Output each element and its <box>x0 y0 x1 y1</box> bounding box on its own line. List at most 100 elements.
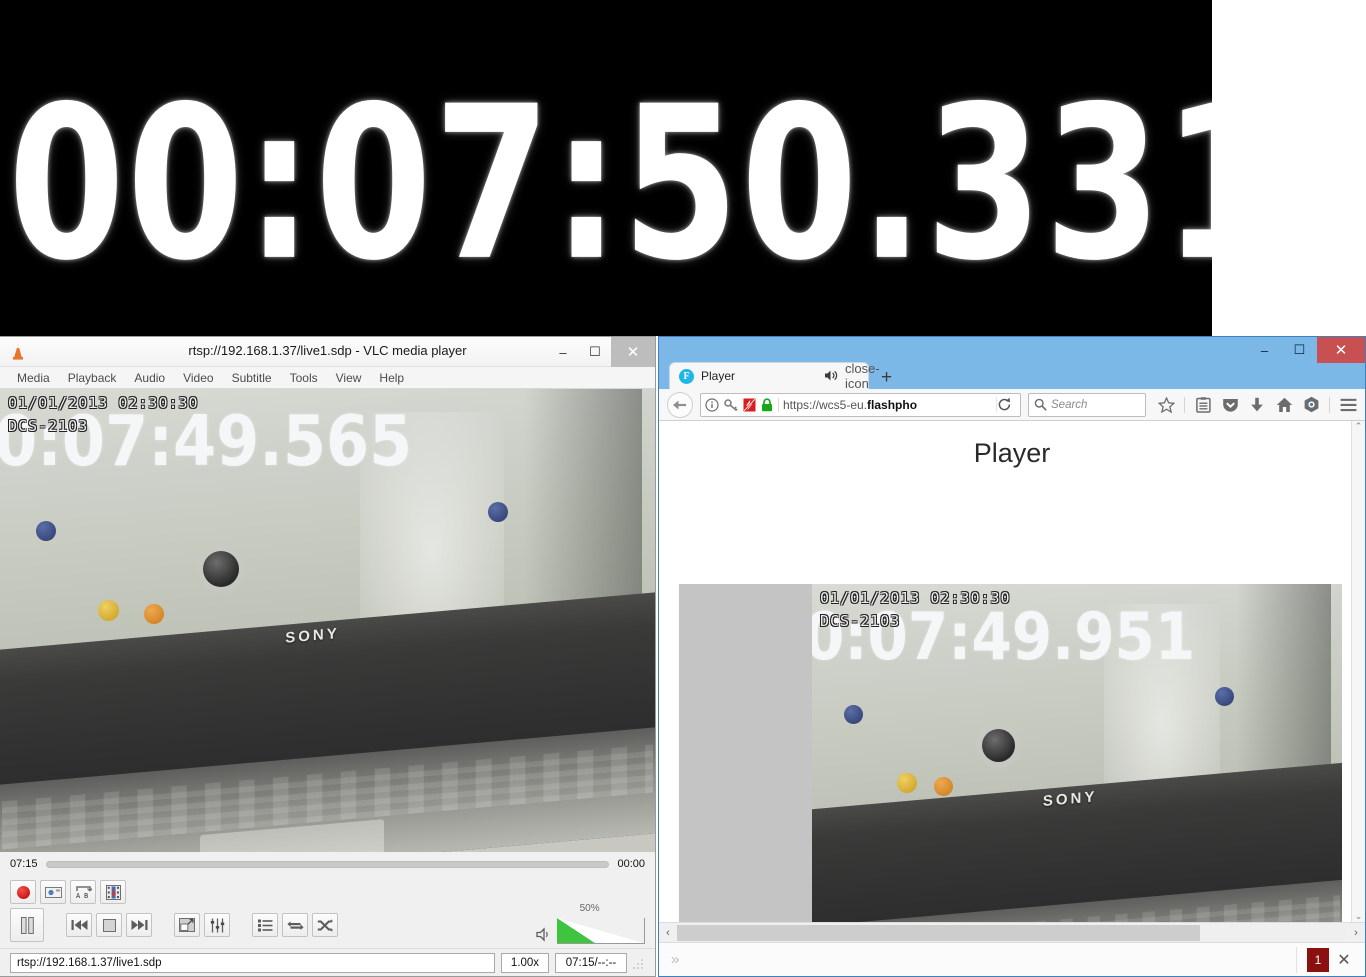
firefox-maximize-button[interactable]: ☐ <box>1282 337 1317 363</box>
horizontal-scroll-thumb[interactable] <box>677 925 1200 941</box>
scene-knob-web <box>982 729 1015 762</box>
toolbar-divider <box>1184 397 1185 413</box>
arrow-left-icon <box>672 398 688 412</box>
timer-panel-right-edge <box>1212 0 1290 336</box>
skip-backward-icon <box>71 919 88 931</box>
svg-text:B: B <box>84 892 88 900</box>
menu-item-help[interactable]: Help <box>370 371 413 385</box>
vlc-time-indicator[interactable]: 07:15/--:-- <box>555 953 627 973</box>
skip-forward-icon <box>131 919 148 931</box>
page-vertical-scrollbar[interactable]: ⌃ ⌄ <box>1351 421 1365 922</box>
sync-icon[interactable] <box>1302 396 1320 414</box>
close-icon[interactable]: close-icon <box>845 361 859 391</box>
info-circle-icon[interactable] <box>705 398 719 412</box>
vlc-elapsed-time[interactable]: 07:15 <box>10 858 38 870</box>
vlc-current-media-url[interactable]: rtsp://192.168.1.37/live1.sdp <box>10 953 495 973</box>
browser-tab-player[interactable]: F Player close-icon <box>669 362 869 389</box>
speaker-icon[interactable] <box>536 927 553 944</box>
library-icon[interactable] <box>1194 396 1212 414</box>
scroll-left-arrow-icon[interactable]: ‹ <box>659 927 677 939</box>
previous-button[interactable] <box>66 913 92 937</box>
menu-item-video[interactable]: Video <box>174 371 222 385</box>
volume-level-label: 50% <box>580 903 600 914</box>
expand-chevrons-icon[interactable]: » <box>665 951 685 968</box>
new-tab-button[interactable]: + <box>869 368 904 389</box>
playlist-button[interactable] <box>252 913 278 937</box>
vlc-extended-button-row: A B <box>10 880 645 904</box>
horizontal-scroll-track[interactable] <box>677 924 1347 942</box>
url-prefix: https://wcs5-eu. <box>783 398 867 412</box>
reload-button[interactable] <box>996 397 1016 412</box>
menu-item-playback[interactable]: Playback <box>59 371 126 385</box>
film-frame-icon <box>106 885 121 900</box>
vlc-seek-slider[interactable] <box>46 861 610 868</box>
scroll-down-arrow-icon[interactable]: ⌄ <box>1355 911 1363 922</box>
play-pause-button[interactable] <box>10 908 44 942</box>
key-icon[interactable] <box>724 398 738 412</box>
vlc-media-player-window: rtsp://192.168.1.37/live1.sdp - VLC medi… <box>0 336 656 977</box>
address-bar-url[interactable]: https://wcs5-eu.flashpho <box>778 398 991 412</box>
vlc-seek-row: 07:15 00:00 <box>0 852 655 876</box>
address-bar[interactable]: https://wcs5-eu.flashpho <box>700 393 1021 417</box>
vlc-maximize-button[interactable]: ☐ <box>579 337 611 367</box>
search-bar[interactable]: Search <box>1028 393 1146 417</box>
page-horizontal-scrollbar[interactable]: ‹ › <box>659 922 1365 942</box>
shuffle-button[interactable] <box>312 913 338 937</box>
toolbar-divider-2 <box>1329 397 1330 413</box>
star-icon[interactable] <box>1157 396 1175 414</box>
frame-by-frame-button[interactable] <box>100 880 126 904</box>
stop-button[interactable] <box>96 913 122 937</box>
menu-item-tools[interactable]: Tools <box>281 371 327 385</box>
scene-ball-blue-left <box>36 521 56 541</box>
firefox-navigation-toolbar: https://wcs5-eu.flashpho <box>659 389 1365 421</box>
loop-button[interactable] <box>282 913 308 937</box>
vlc-close-button[interactable]: ✕ <box>611 337 655 367</box>
web-player-video[interactable]: SONY 0:07:49.951 01/01/2013 02:30:30 DCS… <box>679 584 1342 922</box>
ab-loop-button[interactable]: A B <box>70 880 96 904</box>
menu-item-audio[interactable]: Audio <box>125 371 174 385</box>
firefox-close-button[interactable]: ✕ <box>1317 337 1365 363</box>
vlc-video-surface[interactable]: SONY 0:07:49.565 01/01/2013 02:30:30 DCS… <box>0 389 655 852</box>
status-bar-close-icon[interactable]: ✕ <box>1329 950 1359 970</box>
vlc-status-bar: rtsp://192.168.1.37/live1.sdp 1.00x 07:1… <box>0 948 655 976</box>
snapshot-button[interactable] <box>40 880 66 904</box>
firefox-browser-window: – ☐ ✕ F Player close-icon <box>658 336 1366 977</box>
large-timer-readout: 00:07:50.331 <box>8 78 1283 290</box>
vlc-remaining-time[interactable]: 00:00 <box>617 858 645 870</box>
pause-icon <box>20 917 35 934</box>
menu-item-media[interactable]: Media <box>8 371 59 385</box>
camera-scene-web: SONY <box>812 584 1342 922</box>
home-icon[interactable] <box>1275 396 1293 414</box>
status-badge[interactable]: 1 <box>1307 948 1329 972</box>
menu-item-subtitle[interactable]: Subtitle <box>223 371 281 385</box>
back-button[interactable] <box>667 392 693 418</box>
fullscreen-button[interactable] <box>174 913 200 937</box>
resize-grip-icon[interactable] <box>633 957 645 969</box>
next-button[interactable] <box>126 913 152 937</box>
vlc-title-bar[interactable]: rtsp://192.168.1.37/live1.sdp - VLC medi… <box>0 337 655 367</box>
padlock-icon[interactable] <box>761 398 773 412</box>
laptop-brand-text-web: SONY <box>1043 788 1098 810</box>
flash-blocked-icon[interactable] <box>743 398 756 412</box>
extended-settings-button[interactable] <box>204 913 230 937</box>
speaker-icon[interactable] <box>824 369 838 383</box>
volume-slider[interactable]: 50% <box>557 918 645 944</box>
record-button[interactable] <box>10 880 36 904</box>
scroll-right-arrow-icon[interactable]: › <box>1347 927 1365 939</box>
download-icon[interactable] <box>1248 396 1266 414</box>
reload-icon <box>997 397 1016 412</box>
search-input[interactable]: Search <box>1051 399 1087 411</box>
stop-icon <box>103 919 116 932</box>
scroll-up-arrow-icon[interactable]: ⌃ <box>1355 421 1363 432</box>
svg-text:A: A <box>76 892 81 900</box>
vlc-menu-bar: Media Playback Audio Video Subtitle Tool… <box>0 367 655 389</box>
firefox-minimize-button[interactable]: – <box>1247 337 1282 363</box>
firefox-title-bar[interactable]: – ☐ ✕ F Player close-icon <box>659 337 1365 389</box>
pocket-icon[interactable] <box>1221 396 1239 414</box>
hamburger-menu-icon[interactable] <box>1339 396 1357 414</box>
vlc-playback-speed[interactable]: 1.00x <box>501 953 549 973</box>
menu-item-view[interactable]: View <box>327 371 371 385</box>
vlc-minimize-button[interactable]: – <box>547 337 579 367</box>
vlc-window-controls: – ☐ ✕ <box>547 337 655 367</box>
laptop-keyboard-web <box>814 895 1341 922</box>
